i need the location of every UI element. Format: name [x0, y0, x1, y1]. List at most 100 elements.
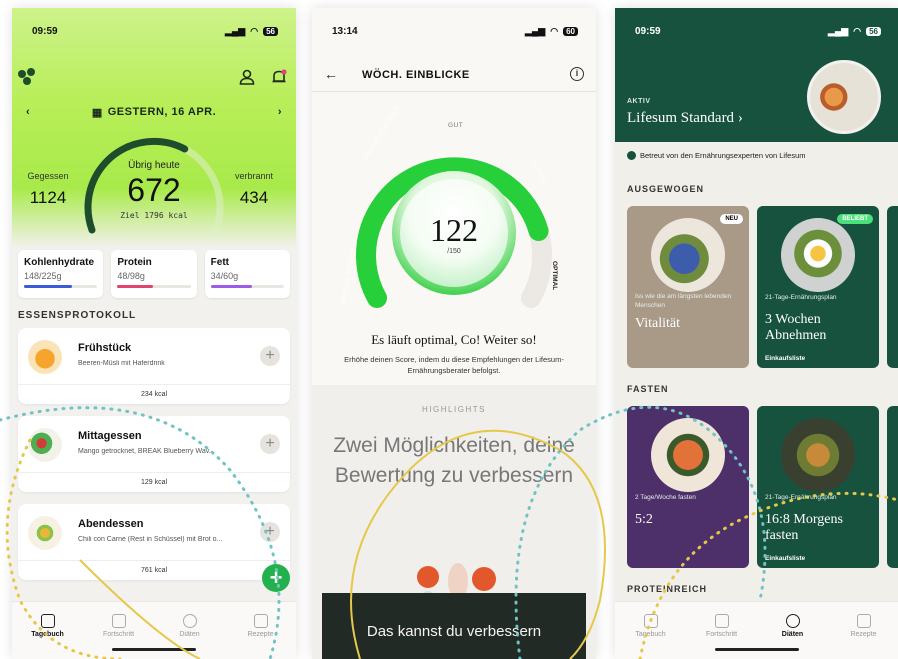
tab-diary[interactable]: Tagebuch [12, 602, 83, 659]
burned-stat: verbrannt 434 [224, 171, 284, 208]
insights-header: ← WÖCH. EINBLICKE i [312, 60, 596, 92]
macro-name: Fett [210, 257, 229, 268]
burned-label: verbrannt [234, 171, 274, 181]
battery-icon: 56 [263, 26, 278, 36]
meal-name: Mittagessen [78, 430, 142, 442]
card-title: 16:8 Morgens fasten [765, 512, 843, 544]
leaf-icon [627, 151, 636, 160]
active-plan-label: Lifesum Standard [627, 110, 735, 126]
meal-description: Mango getrocknet, BREAK Blueberry Wav... [78, 448, 215, 455]
card-subtitle: 2 Tage/Woche fasten [635, 494, 696, 501]
score-max: /150 [447, 248, 461, 255]
wifi-icon: ◠ [853, 25, 862, 36]
meal-kcal: 129 kcal [18, 472, 290, 486]
status-bar: 09:59 ▂▄▆ ◠ 56 [615, 8, 898, 54]
score-value: 122 [430, 212, 478, 248]
expert-note: Betreut von den Ernährungsexperten von L… [627, 151, 806, 160]
lifesum-logo-icon [18, 68, 38, 88]
calorie-goal: Ziel 1796 kcal [120, 211, 188, 220]
back-arrow-icon[interactable]: ← [324, 66, 338, 82]
home-indicator [715, 648, 799, 651]
signal-icon: ▂▄▆ [525, 25, 546, 36]
meal-card-dinner[interactable]: Abendessen Chili con Carne (Rest in Schü… [18, 504, 290, 580]
card-image [651, 218, 725, 292]
meal-card-lunch[interactable]: Mittagessen Mango getrocknet, BREAK Blue… [18, 416, 290, 492]
diary-top-bar [12, 66, 296, 90]
notification-bell-icon[interactable] [270, 68, 288, 86]
tab-label: Diäten [781, 631, 804, 638]
profile-icon[interactable] [238, 68, 256, 86]
improve-title: Das kannst du verbessern [366, 623, 542, 640]
meal-name: Frühstück [78, 342, 132, 354]
signal-icon: ▂▄▆ [225, 25, 246, 36]
recipe-icon [856, 614, 871, 628]
eaten-value: 1124 [29, 188, 67, 207]
section-title-balanced: AUSGEWOGEN [627, 184, 705, 194]
diet-card-16-8[interactable]: 21-Tage-Ernährungsplan 16:8 Morgens fast… [757, 406, 879, 568]
diet-card-3-weeks[interactable]: BELIEBT 21-Tage-Ernährungsplan 3 Wochen … [757, 206, 879, 368]
breakfast-thumbnail [28, 340, 62, 374]
macro-amount: 34/60g [210, 271, 239, 281]
shopping-list-label: Einkaufsliste [765, 355, 806, 362]
card-title: 5:2 [635, 512, 653, 527]
new-badge: NEU [720, 214, 743, 224]
status-time: 13:14 [332, 25, 358, 37]
card-image [781, 218, 855, 292]
meal-kcal: 761 kcal [18, 560, 290, 574]
card-image [781, 418, 855, 492]
eaten-label: Gegessen [27, 171, 69, 181]
date-picker[interactable]: ▦ GESTERN, 16 APR. [92, 106, 216, 119]
add-food-button[interactable]: + [260, 434, 280, 454]
improve-card[interactable]: Das kannst du verbessern [322, 593, 586, 659]
macro-progress-bar [24, 285, 98, 288]
tab-recipes[interactable]: Rezepte [225, 602, 296, 659]
tab-label: Fortschritt [705, 631, 738, 638]
macro-card-fat[interactable]: Fett 34/60g [204, 250, 290, 298]
calendar-icon: ▦ [91, 106, 103, 119]
meal-card-breakfast[interactable]: Frühstück Beeren-Müsli mit Haferdrink + … [18, 328, 290, 404]
dinner-thumbnail [28, 516, 62, 550]
add-food-button[interactable]: + [260, 346, 280, 366]
macro-card-protein[interactable]: Protein 48/98g [111, 250, 197, 298]
tab-diary[interactable]: Tagebuch [615, 602, 686, 659]
page-title: WÖCH. EINBLICKE [362, 69, 470, 81]
diary-icon [643, 614, 658, 628]
quick-add-button[interactable]: + [262, 564, 290, 592]
macro-progress-bar [210, 285, 284, 288]
food-log-section-title: ESSENSPROTOKOLL [18, 310, 137, 321]
diet-card-partial[interactable] [887, 206, 898, 368]
macro-amount: 148/225g [24, 271, 62, 281]
progress-icon [111, 614, 126, 628]
info-icon[interactable]: i [570, 67, 584, 81]
diet-card-partial[interactable] [887, 406, 898, 568]
diet-card-vitality[interactable]: NEU Iss wie die am längsten lebenden Men… [627, 206, 749, 368]
date-navigator: ‹ ▦ GESTERN, 16 APR. › [12, 102, 296, 122]
card-title: Vitalität [635, 316, 681, 331]
section-title-fasting: FASTEN [627, 384, 669, 394]
diet-card-5-2[interactable]: 2 Tage/Woche fasten 5:2 [627, 406, 749, 568]
status-time: 09:59 [635, 25, 661, 37]
macro-progress-bar [117, 285, 191, 288]
tab-label: Rezepte [850, 631, 877, 638]
card-image [651, 418, 725, 492]
expert-note-text: Betreut von den Ernährungsexperten von L… [640, 151, 806, 160]
chevron-right-icon: › [737, 110, 743, 126]
highlights-section: HIGHLIGHTS Zwei Möglichkeiten, deine Bew… [312, 385, 596, 659]
macro-name: Kohlenhydrate [24, 257, 95, 268]
home-indicator [112, 648, 196, 651]
section-title-high-protein: PROTEINREICH [627, 584, 708, 594]
next-day-chevron-icon[interactable]: › [278, 106, 282, 118]
gauge-label-optimal: OPTIMAL [551, 261, 558, 291]
macro-card-carbs[interactable]: Kohlenhydrate 148/225g [18, 250, 104, 298]
card-title: 3 Wochen Abnehmen [765, 312, 827, 344]
meal-kcal: 234 kcal [18, 384, 290, 398]
active-plan-name[interactable]: Lifesum Standard › [627, 110, 743, 127]
previous-day-chevron-icon[interactable]: ‹ [26, 106, 30, 118]
popular-badge: BELIEBT [837, 214, 873, 224]
macro-amount: 48/98g [117, 271, 145, 281]
meal-description: Chili con Carne (Rest in Schüssel) mit B… [78, 536, 223, 543]
add-food-button[interactable]: + [260, 522, 280, 542]
meal-description: Beeren-Müsli mit Haferdrink [78, 360, 165, 367]
tab-recipes[interactable]: Rezepte [828, 602, 898, 659]
apple-icon [182, 614, 197, 628]
